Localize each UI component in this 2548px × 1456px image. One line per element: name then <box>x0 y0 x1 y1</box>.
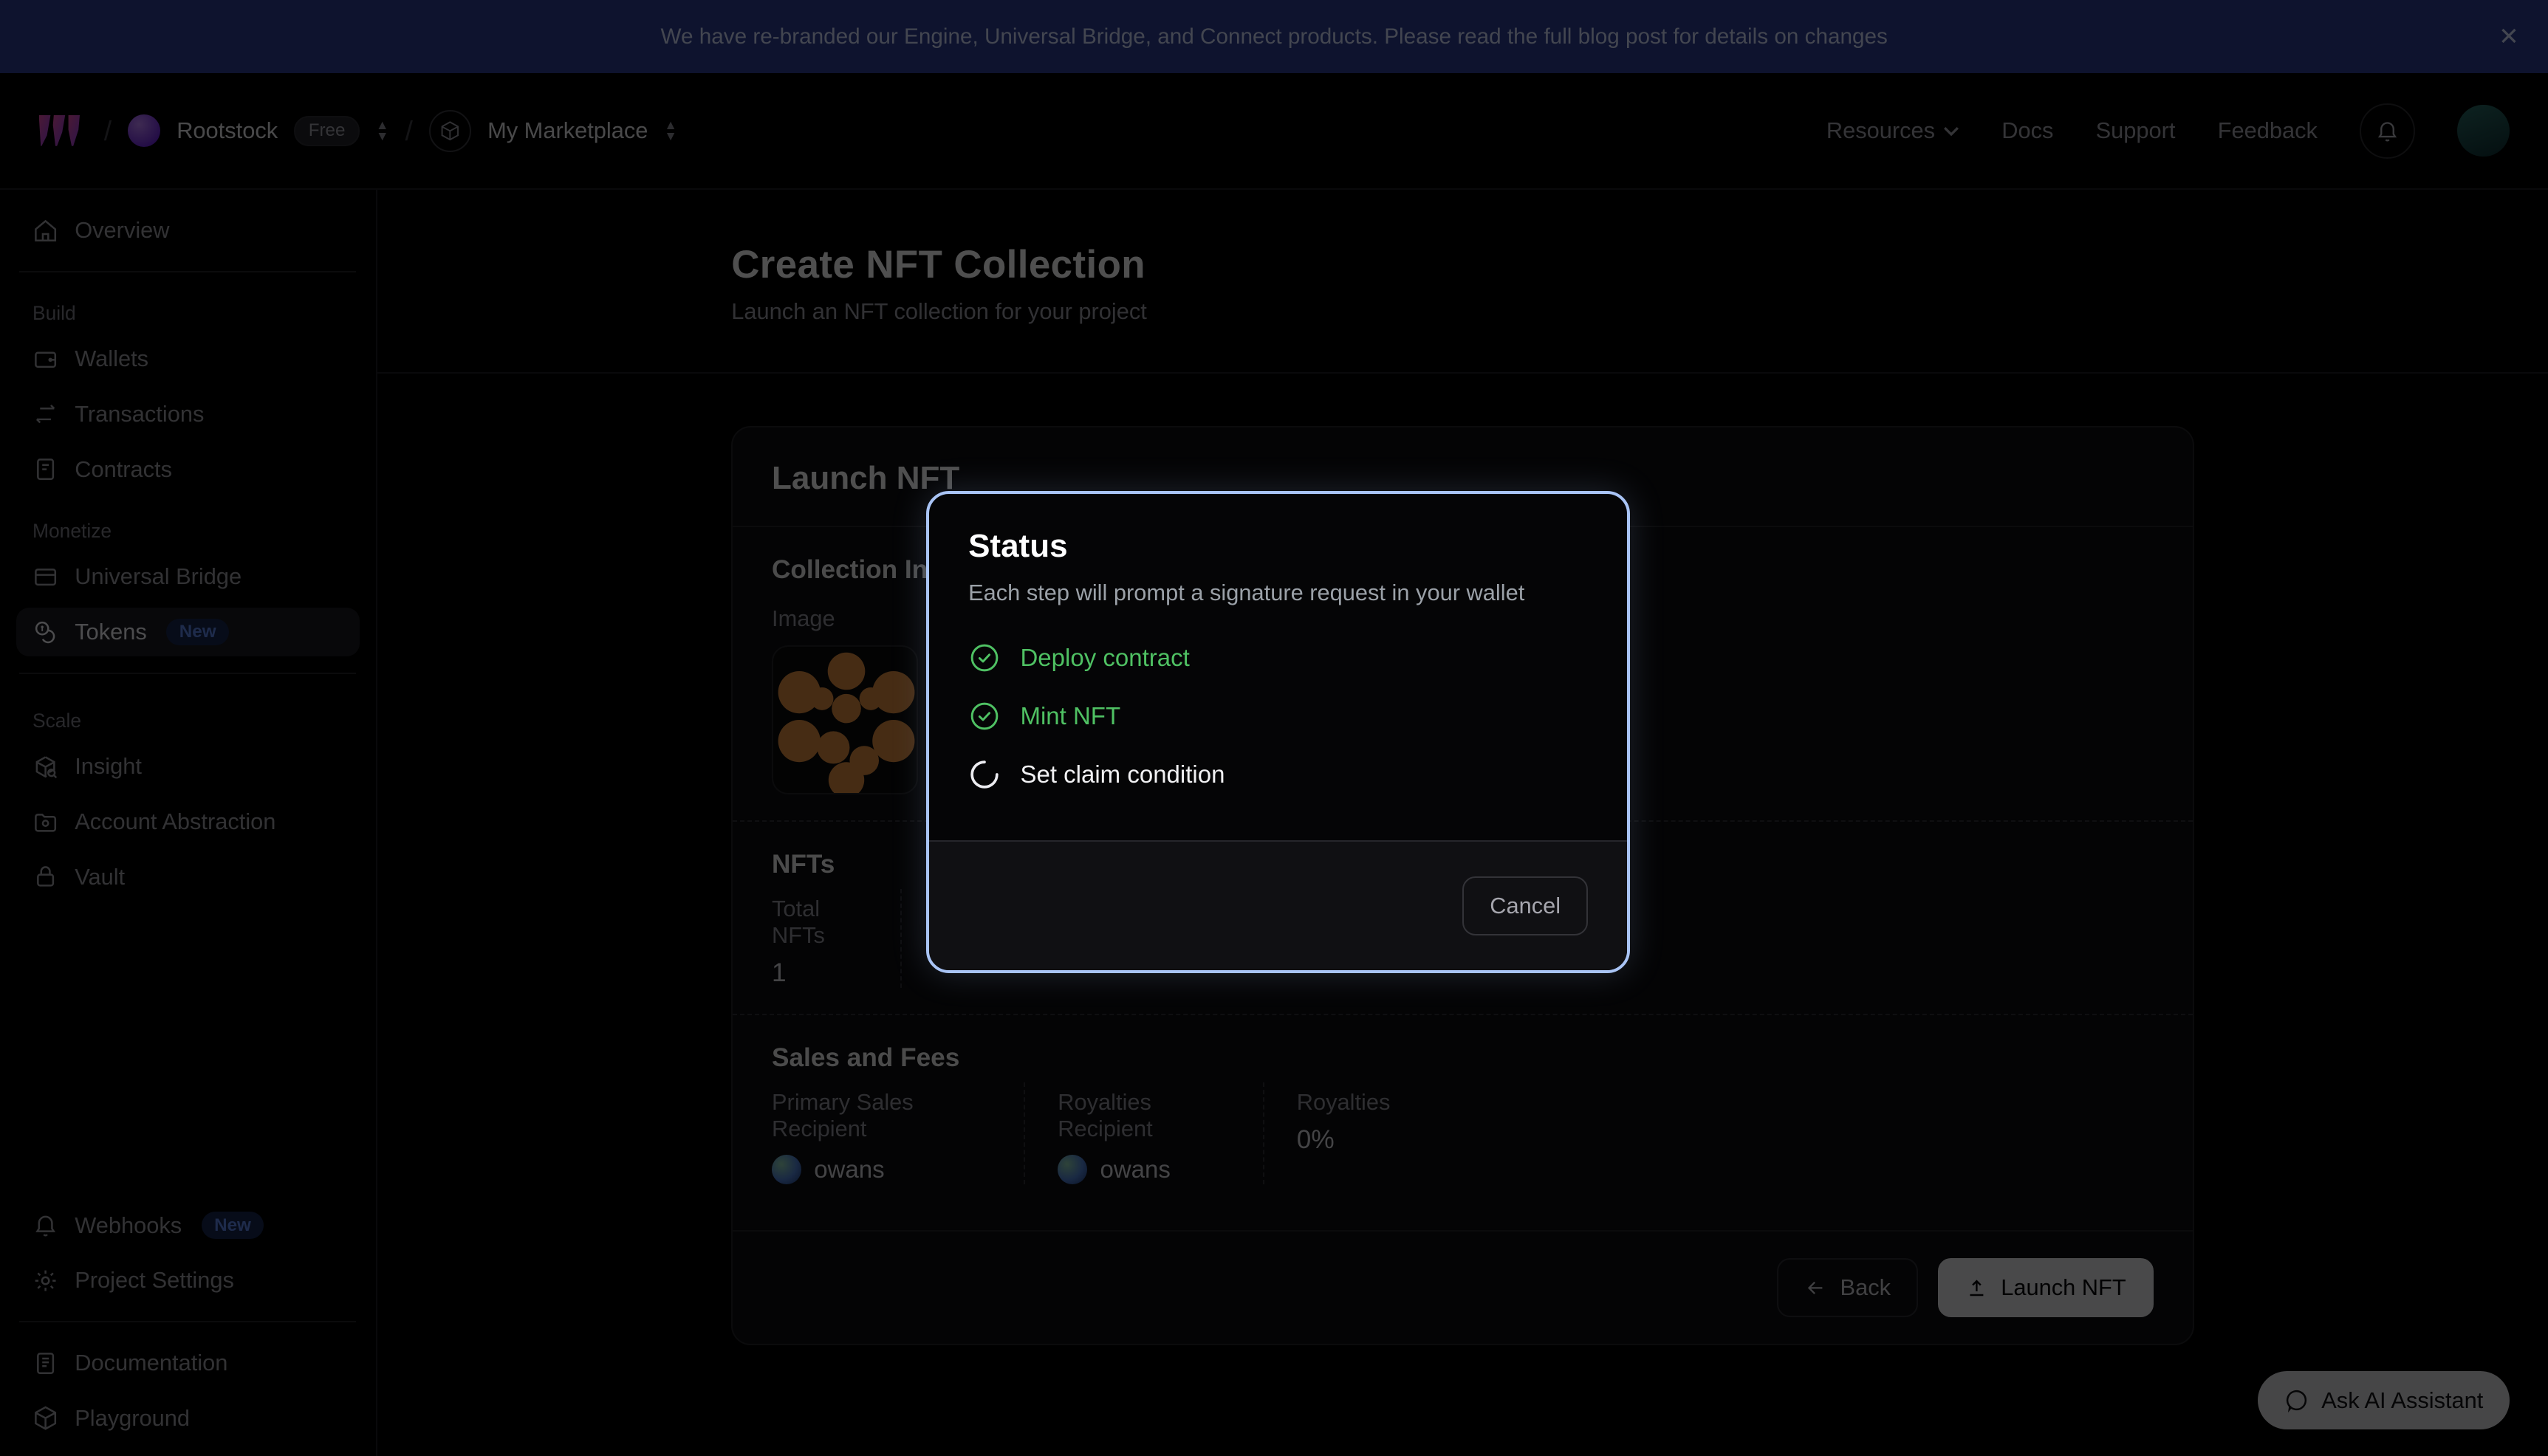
status-modal: Status Each step will prompt a signature… <box>926 491 1630 974</box>
spinner-icon <box>968 758 1001 791</box>
modal-title: Status <box>929 494 1627 565</box>
check-circle-icon <box>968 642 1001 674</box>
cancel-button[interactable]: Cancel <box>1462 876 1588 935</box>
status-steps: Deploy contract Mint NFT Set claim condi… <box>929 606 1627 804</box>
modal-subtitle: Each step will prompt a signature reques… <box>929 565 1627 606</box>
modal-footer: Cancel <box>929 840 1627 970</box>
step-set-claim-condition: Set claim condition <box>968 746 1588 804</box>
step-deploy-contract: Deploy contract <box>968 628 1588 687</box>
step-mint-nft: Mint NFT <box>968 687 1588 746</box>
app-window: We have re-branded our Engine, Universal… <box>0 0 2548 1456</box>
check-circle-icon <box>968 700 1001 732</box>
